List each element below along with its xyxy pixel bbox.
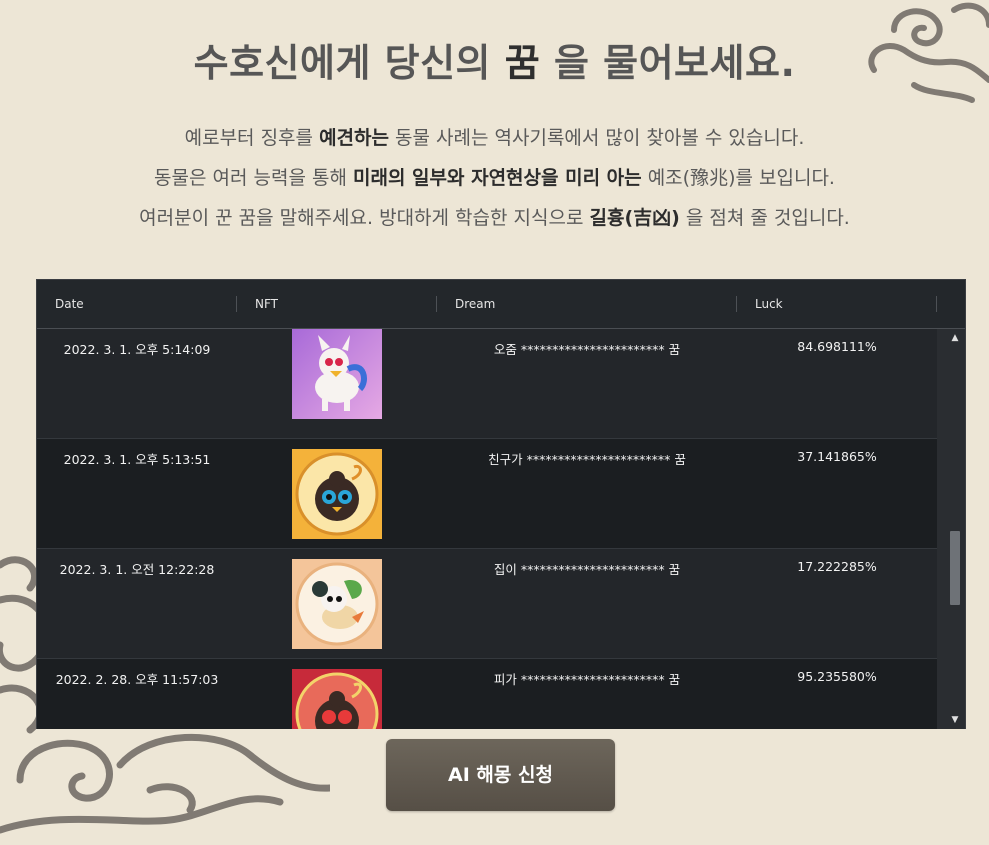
row-luck: 37.141865% bbox=[797, 449, 877, 464]
desc-emphasis: 예견하는 bbox=[319, 127, 389, 149]
row-dream: 오줌 *********************** 꿈 bbox=[493, 342, 681, 357]
table-row[interactable]: 2022. 3. 1. 오전 12:22:28 집이 *************… bbox=[37, 549, 937, 659]
description-line-2: 동물은 여러 능력을 통해 미래의 일부와 자연현상을 미리 아는 예조(豫兆)… bbox=[0, 158, 989, 198]
title-text: 수호신에게 당신의 bbox=[193, 41, 505, 85]
column-header-nft[interactable]: NFT bbox=[237, 280, 437, 329]
row-dream: 피가 *********************** 꿈 bbox=[493, 672, 681, 687]
column-divider bbox=[936, 296, 937, 312]
row-luck: 84.698111% bbox=[797, 339, 877, 354]
column-header-luck[interactable]: Luck bbox=[737, 280, 937, 329]
title-dream-word: 꿈 bbox=[504, 41, 541, 85]
dream-history-table: Date NFT Dream Luck 2022. 3. 1. 오후 5:14:… bbox=[36, 279, 966, 729]
desc-text: 을 점쳐 줄 것입니다. bbox=[679, 207, 850, 229]
vertical-scrollbar[interactable]: ▲ ▼ bbox=[937, 329, 965, 729]
nft-image[interactable] bbox=[292, 449, 382, 539]
ai-dream-interpretation-button[interactable]: AI 해몽 신청 bbox=[386, 739, 615, 811]
nft-image[interactable] bbox=[292, 559, 382, 649]
scrollbar-thumb[interactable] bbox=[950, 531, 960, 605]
nft-image[interactable] bbox=[292, 329, 382, 419]
table-row[interactable]: 2022. 3. 1. 오후 5:13:51 친구가 *************… bbox=[37, 439, 937, 549]
intro-description: 예로부터 징후를 예견하는 동물 사례는 역사기록에서 많이 찾아볼 수 있습니… bbox=[0, 118, 989, 238]
row-luck: 95.235580% bbox=[797, 669, 877, 684]
nft-image[interactable] bbox=[292, 669, 382, 729]
description-line-1: 예로부터 징후를 예견하는 동물 사례는 역사기록에서 많이 찾아볼 수 있습니… bbox=[0, 118, 989, 158]
title-text-end: 을 물어보세요. bbox=[540, 41, 796, 85]
page-title: 수호신에게 당신의 꿈 을 물어보세요. bbox=[0, 32, 989, 87]
desc-text: 동물은 여러 능력을 통해 bbox=[154, 167, 353, 189]
desc-text: 동물 사례는 역사기록에서 많이 찾아볼 수 있습니다. bbox=[388, 127, 805, 149]
desc-text: 예로부터 징후를 bbox=[184, 127, 320, 149]
row-luck: 17.222285% bbox=[797, 559, 877, 574]
table-body: 2022. 3. 1. 오후 5:14:09 오줌 **************… bbox=[37, 329, 937, 729]
desc-text: 예조(豫兆)를 보입니다. bbox=[641, 167, 835, 189]
scroll-down-arrow-icon[interactable]: ▼ bbox=[948, 713, 962, 727]
scroll-up-arrow-icon[interactable]: ▲ bbox=[948, 331, 962, 345]
desc-emphasis: 미래의 일부와 자연현상을 미리 아는 bbox=[352, 167, 642, 189]
table-row[interactable]: 2022. 2. 28. 오후 11:57:03 피가 ************… bbox=[37, 659, 937, 729]
row-date: 2022. 2. 28. 오후 11:57:03 bbox=[55, 672, 219, 687]
column-header-date[interactable]: Date bbox=[37, 280, 237, 329]
description-line-3: 여러분이 꾼 꿈을 말해주세요. 방대하게 학습한 지식으로 길흉(吉凶) 을 … bbox=[0, 198, 989, 238]
desc-text: 여러분이 꾼 꿈을 말해주세요. 방대하게 학습한 지식으로 bbox=[139, 207, 590, 229]
row-dream: 집이 *********************** 꿈 bbox=[493, 562, 681, 577]
row-date: 2022. 3. 1. 오후 5:14:09 bbox=[63, 342, 211, 357]
column-header-dream[interactable]: Dream bbox=[437, 280, 737, 329]
row-dream: 친구가 *********************** 꿈 bbox=[488, 452, 686, 467]
row-date: 2022. 3. 1. 오전 12:22:28 bbox=[59, 562, 215, 577]
table-row[interactable]: 2022. 3. 1. 오후 5:14:09 오줌 **************… bbox=[37, 329, 937, 439]
table-header: Date NFT Dream Luck bbox=[37, 280, 965, 329]
row-date: 2022. 3. 1. 오후 5:13:51 bbox=[63, 452, 211, 467]
scrollbar-track[interactable] bbox=[948, 345, 962, 713]
desc-emphasis: 길흉(吉凶) bbox=[589, 207, 680, 229]
